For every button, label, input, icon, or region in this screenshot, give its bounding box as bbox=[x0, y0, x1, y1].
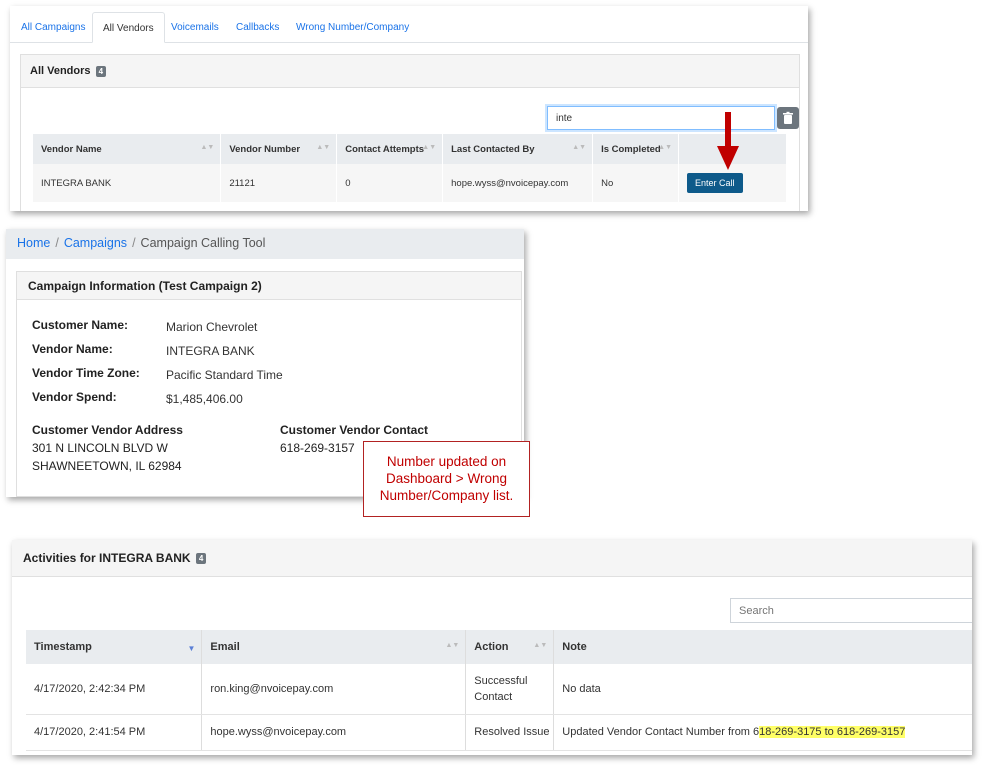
note-highlight: 18-269-3175 to 618-269-3157 bbox=[759, 726, 906, 738]
action-text: Resolved Issue bbox=[474, 726, 550, 738]
tab-wrong-number-company[interactable]: Wrong Number/Company bbox=[296, 12, 409, 43]
col-label: Contact Attempts bbox=[345, 143, 425, 155]
vendors-table: Vendor Name ▲▼ Vendor Number ▲▼ Contact At… bbox=[33, 134, 787, 202]
activities-search-input[interactable] bbox=[730, 598, 972, 623]
note-text: No data bbox=[562, 682, 601, 695]
col-vendor-number[interactable]: Vendor Number ▲▼ bbox=[220, 134, 338, 164]
vendors-panel: All Campaigns All Vendors Voicemails Cal… bbox=[10, 6, 808, 211]
col-email[interactable]: Email ▲▼ bbox=[201, 630, 467, 664]
note-cell: No data bbox=[553, 664, 972, 715]
contact-heading: Customer Vendor Contact bbox=[280, 423, 429, 437]
customer-vendor-address: Customer Vendor Address 301 N LINCOLN BL… bbox=[32, 421, 262, 475]
activities-panel: Activities for INTEGRA BANK 4 Timestamp ▼… bbox=[12, 540, 972, 755]
field-value: $1,485,406.00 bbox=[166, 392, 243, 406]
sort-icon: ▲▼ bbox=[572, 144, 587, 151]
annotation-callout: Number updated on Dashboard > Wrong Numb… bbox=[363, 441, 530, 517]
sort-icon: ▲▼ bbox=[200, 144, 215, 151]
callout-line: Dashboard > Wrong bbox=[386, 471, 507, 486]
tab-callbacks[interactable]: Callbacks bbox=[236, 12, 279, 43]
is-completed-cell: No bbox=[592, 164, 680, 202]
col-is-completed[interactable]: Is Completed ▲▼ bbox=[592, 134, 680, 164]
sort-icon: ▲▼ bbox=[422, 144, 437, 151]
note-text: Updated Vendor Contact Number from 6 bbox=[562, 726, 760, 738]
field-value: INTEGRA BANK bbox=[166, 344, 255, 358]
breadcrumb-campaigns[interactable]: Campaigns bbox=[64, 236, 127, 250]
table-row: 4/17/2020, 2:41:54 PM hope.wyss@nvoicepa… bbox=[26, 714, 972, 751]
all-vendors-card: All Vendors 4 Vendor Name ▲▼ Vendor Numbe… bbox=[20, 54, 800, 211]
tab-bar: All Campaigns All Vendors Voicemails Cal… bbox=[10, 12, 808, 43]
breadcrumb: Home / Campaigns / Campaign Calling Tool bbox=[6, 229, 524, 259]
activities-title: Activities for INTEGRA BANK bbox=[23, 551, 191, 565]
vendor-count-badge: 4 bbox=[95, 65, 107, 77]
contact-attempts-cell: 0 bbox=[336, 164, 444, 202]
enter-call-button[interactable]: Enter Call bbox=[687, 173, 743, 193]
timestamp-cell: 4/17/2020, 2:42:34 PM bbox=[26, 664, 203, 715]
field-label: Customer Name: bbox=[32, 318, 129, 332]
col-action[interactable]: Action ▲▼ bbox=[465, 630, 555, 664]
tab-all-vendors[interactable]: All Vendors bbox=[92, 12, 165, 43]
campaign-info-title: Campaign Information (Test Campaign 2) bbox=[17, 272, 521, 300]
col-label: Email bbox=[210, 641, 240, 653]
action-text: Successful bbox=[474, 674, 528, 687]
col-label: Timestamp bbox=[34, 641, 92, 653]
down-arrow-icon bbox=[717, 112, 739, 170]
vendors-table-header: Vendor Name ▲▼ Vendor Number ▲▼ Contact At… bbox=[33, 134, 787, 164]
col-label: Vendor Name bbox=[41, 143, 102, 155]
vendor-name-link[interactable]: INTEGRA BANK bbox=[33, 164, 222, 202]
table-row: 4/17/2020, 2:42:34 PM ron.king@nvoicepay… bbox=[26, 664, 972, 715]
col-label: Note bbox=[562, 641, 587, 653]
sort-icon: ▲▼ bbox=[316, 144, 331, 151]
col-label: Action bbox=[474, 641, 509, 653]
activities-table-header: Timestamp ▼ Email ▲▼ Action ▲▼ Note bbox=[26, 630, 972, 664]
trash-icon bbox=[783, 111, 793, 124]
sort-icon: ▲▼ bbox=[533, 642, 548, 649]
activities-header: Activities for INTEGRA BANK 4 bbox=[12, 540, 972, 577]
callout-line: Number/Company list. bbox=[379, 488, 514, 503]
field-label: Vendor Name: bbox=[32, 342, 113, 356]
sort-icon: ▲▼ bbox=[658, 144, 673, 151]
col-label: Is Completed bbox=[601, 143, 661, 155]
timestamp-cell: 4/17/2020, 2:41:54 PM bbox=[26, 714, 203, 751]
note-cell: Updated Vendor Contact Number from 618-2… bbox=[553, 714, 972, 751]
email-cell: hope.wyss@nvoicepay.com bbox=[201, 714, 467, 751]
col-timestamp[interactable]: Timestamp ▼ bbox=[26, 630, 203, 664]
address-line-2: SHAWNEETOWN, IL 62984 bbox=[32, 459, 182, 473]
vendor-number-cell: 21121 bbox=[220, 164, 338, 202]
action-cell: Resolved Issue bbox=[465, 714, 555, 751]
breadcrumb-separator: / bbox=[132, 236, 136, 250]
all-vendors-title: All Vendors bbox=[30, 65, 91, 77]
col-last-contacted-by[interactable]: Last Contacted By ▲▼ bbox=[442, 134, 594, 164]
field-label: Vendor Spend: bbox=[32, 390, 117, 404]
address-line-1: 301 N LINCOLN BLVD W bbox=[32, 441, 168, 455]
action-cell: Successful Contact bbox=[465, 664, 555, 715]
sort-desc-icon: ▼ bbox=[187, 644, 196, 653]
col-label: Vendor Number bbox=[229, 143, 301, 155]
col-note[interactable]: Note bbox=[553, 630, 972, 664]
field-value: Pacific Standard Time bbox=[166, 368, 283, 382]
breadcrumb-separator: / bbox=[55, 236, 59, 250]
activity-count-badge: 4 bbox=[195, 553, 207, 565]
field-label: Vendor Time Zone: bbox=[32, 366, 140, 380]
activities-table: Timestamp ▼ Email ▲▼ Action ▲▼ Note 4/17/20… bbox=[26, 630, 972, 751]
tab-all-campaigns[interactable]: All Campaigns bbox=[21, 12, 85, 43]
email-cell: ron.king@nvoicepay.com bbox=[201, 664, 467, 715]
breadcrumb-home[interactable]: Home bbox=[17, 236, 50, 250]
clear-search-button[interactable] bbox=[777, 107, 799, 129]
callout-line: Number updated on bbox=[386, 454, 507, 469]
field-value: Marion Chevrolet bbox=[166, 320, 258, 334]
action-text: Contact bbox=[474, 690, 513, 703]
col-contact-attempts[interactable]: Contact Attempts ▲▼ bbox=[336, 134, 444, 164]
vendor-search-input[interactable] bbox=[547, 106, 775, 130]
tab-voicemails[interactable]: Voicemails bbox=[171, 12, 219, 43]
all-vendors-header: All Vendors 4 bbox=[21, 55, 799, 88]
col-vendor-name[interactable]: Vendor Name ▲▼ bbox=[33, 134, 222, 164]
table-row: INTEGRA BANK 21121 0 hope.wyss@nvoicepay… bbox=[33, 164, 787, 202]
breadcrumb-current: Campaign Calling Tool bbox=[140, 236, 266, 250]
sort-icon: ▲▼ bbox=[445, 642, 460, 649]
last-contacted-by-cell: hope.wyss@nvoicepay.com bbox=[442, 164, 594, 202]
col-label: Last Contacted By bbox=[451, 143, 535, 155]
address-heading: Customer Vendor Address bbox=[32, 423, 183, 437]
